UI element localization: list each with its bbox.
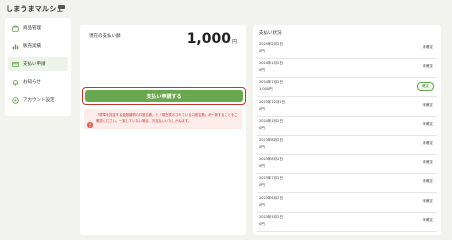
sidebar-item-sales[interactable]: 販売実績 — [8, 39, 68, 53]
payment-amount: 0円 — [259, 164, 265, 169]
account-name-notice: 「標準を指定する金融機関の口座名義」と「現在表示されている口座名義」が一致するこ… — [84, 109, 242, 129]
request-button-highlight: 支払い申請する — [82, 87, 246, 105]
payment-row: 2024年1月2日 1,000円 確定 — [257, 77, 437, 98]
payment-date: 2024年1月2日 — [259, 61, 283, 66]
payment-date: 2023年12月2日 — [259, 99, 286, 104]
top-bar: しまうまマルシェ — [0, 0, 452, 16]
warning-icon — [87, 113, 93, 128]
payment-status-badge: 未確定 — [422, 179, 434, 184]
payment-amount: 1,000円 — [259, 87, 273, 92]
current-amount: 1,000 円 — [187, 32, 237, 46]
payment-status-badge: 確定 — [417, 82, 434, 92]
sidebar-item-label: 商品管理 — [23, 26, 41, 31]
payment-status-badge: 未確定 — [422, 45, 434, 49]
payment-status-badge: 未確定 — [422, 64, 434, 69]
payment-status-badge: 未確定 — [422, 217, 434, 222]
sidebar-item-account[interactable]: アカウント設定 — [8, 93, 68, 107]
sidebar-item-products[interactable]: 商品管理 — [8, 21, 68, 35]
payment-status-badge: 未確定 — [422, 102, 434, 107]
payment-date: 2024年1月2日 — [259, 80, 283, 85]
payment-status-badge: 未確定 — [422, 160, 434, 165]
amount-value: 1,000 — [186, 31, 231, 47]
account-icon — [11, 96, 19, 104]
payment-amount: 0円 — [259, 106, 265, 111]
sidebar-item-label: お知らせ — [23, 80, 41, 85]
notice-text: 「標準を指定する金融機関の口座名義」と「現在表示されている口座名義」が一致するこ… — [96, 113, 238, 123]
payment-status-panel: 支払い状況 2024年2月2日 0円 未確定 2024年1月2日 0円 未確定 2024年1… — [253, 25, 441, 235]
current-amount-label: 現在の支払い額 — [89, 34, 121, 39]
payment-row: 2024年1月2日 0円 未確定 — [257, 58, 437, 79]
payment-row: 2023年5月2日 0円 未確定 — [257, 212, 437, 232]
bar-chart-icon — [11, 42, 19, 50]
payment-status-badge: 未確定 — [422, 141, 434, 145]
payout-panel: 現在の支払い額 1,000 円 支払い申請する 「標準を指定する金融機関の口座名… — [80, 25, 246, 235]
payment-date: 2023年5月2日 — [259, 214, 283, 219]
sidebar-item-payment[interactable]: 支払い申請 — [8, 57, 68, 71]
payment-date: 2023年7月2日 — [259, 176, 283, 181]
logo-badge — [58, 5, 65, 9]
sidebar: 商品管理 販売実績 支払い申請 お知らせ アカウント設定 — [5, 18, 71, 116]
payment-date: 2024年1月2日 — [259, 118, 283, 123]
payment-row: 2023年8月2日 0円 未確定 — [257, 154, 437, 175]
payment-amount: 0円 — [259, 202, 265, 207]
app-logo: しまうまマルシェ — [6, 5, 64, 13]
payment-amount: 0円 — [259, 125, 265, 130]
payment-amount: 0円 — [259, 221, 265, 226]
payment-status-badge: 未確定 — [422, 121, 434, 126]
payment-row: 2023年12月2日 0円 未確定 — [257, 97, 437, 117]
sidebar-item-label: アカウント設定 — [23, 98, 55, 103]
payment-amount: 0円 — [259, 68, 265, 73]
status-title: 支払い状況 — [259, 31, 282, 36]
payment-icon — [11, 60, 19, 68]
payment-amount: 0円 — [259, 145, 265, 149]
payment-row: 2023年7月2日 0円 未確定 — [257, 173, 437, 194]
payment-amount: 0円 — [259, 49, 265, 53]
payment-row: 2023年8月2日 0円 未確定 — [257, 135, 437, 155]
payment-status-badge: 未確定 — [422, 198, 434, 203]
payment-amount: 0円 — [259, 183, 265, 188]
payment-date: 2023年8月2日 — [259, 138, 283, 142]
payment-request-button[interactable]: 支払い申請する — [85, 90, 243, 102]
payment-row: 2024年1月2日 0円 未確定 — [257, 116, 437, 136]
sidebar-item-label: 販売実績 — [23, 44, 41, 49]
payment-row: 2023年6月2日 0円 未確定 — [257, 193, 437, 213]
payment-date: 2024年2月2日 — [259, 42, 283, 46]
sidebar-item-label: 支払い申請 — [23, 62, 46, 67]
payment-date: 2023年6月2日 — [259, 195, 283, 200]
payment-date: 2023年8月2日 — [259, 157, 283, 162]
amount-unit: 円 — [231, 39, 237, 45]
notification-icon — [11, 78, 19, 86]
payment-row: 2024年2月2日 0円 未確定 — [257, 39, 437, 59]
box-icon — [11, 24, 19, 32]
sidebar-item-notices[interactable]: お知らせ — [8, 75, 68, 89]
